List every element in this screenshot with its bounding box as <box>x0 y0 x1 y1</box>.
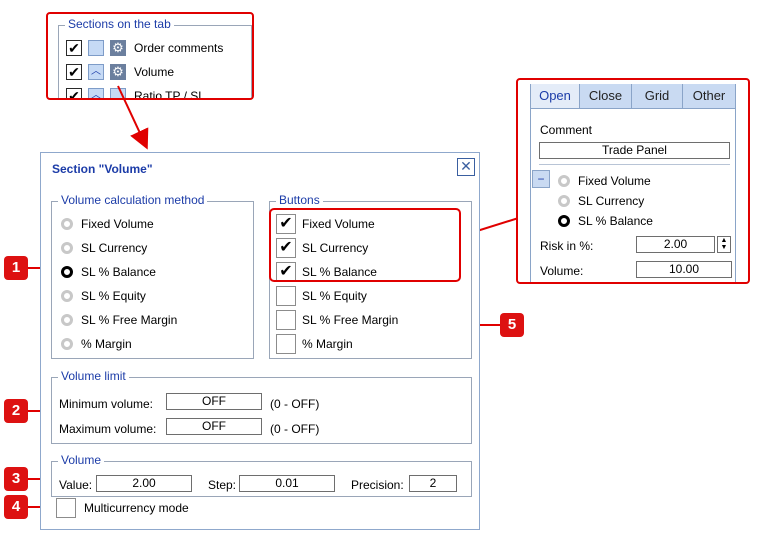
radio-button[interactable] <box>61 290 73 302</box>
radio-button[interactable] <box>61 242 73 254</box>
radio-button[interactable] <box>558 175 570 187</box>
method-option-fixed-volume[interactable]: Fixed Volume <box>61 215 154 233</box>
collapse-button[interactable]: − <box>532 170 550 188</box>
risk-input[interactable]: 2.00 <box>636 236 715 253</box>
arrow-to-dialog <box>117 85 149 150</box>
tab-grid[interactable]: Grid <box>632 84 683 108</box>
value-label: Value: <box>59 478 93 492</box>
radio-button[interactable] <box>61 338 73 350</box>
marker-3: 3 <box>4 467 28 491</box>
radio-button[interactable] <box>61 218 73 230</box>
tab-open[interactable]: Open <box>531 84 580 108</box>
option-label: SL % Free Margin <box>81 313 178 327</box>
button-toggle-margin[interactable]: % Margin <box>276 333 353 355</box>
trade-panel: Open Close Grid Other Comment Trade Pane… <box>530 84 736 282</box>
volume-input[interactable]: 10.00 <box>636 261 732 278</box>
marker-1: 1 <box>4 256 28 280</box>
buttons-title: Buttons <box>276 194 323 207</box>
checkbox[interactable] <box>276 334 296 354</box>
dialog-title: Section "Volume" <box>52 162 153 176</box>
option-label: SL % Equity <box>302 289 367 303</box>
radio-button-selected[interactable] <box>558 215 570 227</box>
buttons-highlight-frame <box>269 208 461 282</box>
divider <box>539 164 730 165</box>
volume-label: Volume: <box>540 264 584 278</box>
radio-button-selected[interactable] <box>61 266 73 278</box>
comment-input[interactable]: Trade Panel <box>539 142 730 159</box>
mode-sl-balance[interactable]: SL % Balance <box>558 212 653 230</box>
comment-label: Comment <box>540 123 593 137</box>
multicurrency-row[interactable]: Multicurrency mode <box>56 497 189 519</box>
precision-input[interactable]: 2 <box>409 475 457 492</box>
button-toggle-sl-free-margin[interactable]: SL % Free Margin <box>276 309 398 331</box>
button-toggle-sl-equity[interactable]: SL % Equity <box>276 285 367 307</box>
option-label: % Margin <box>81 337 132 351</box>
method-option-margin[interactable]: % Margin <box>61 335 132 353</box>
radio-button[interactable] <box>558 195 570 207</box>
max-volume-hint: (0 - OFF) <box>270 422 320 436</box>
risk-spinner[interactable]: ▲ ▼ <box>717 236 731 253</box>
volume-title: Volume <box>58 454 105 467</box>
min-volume-input[interactable]: OFF <box>166 393 262 410</box>
spin-down-icon[interactable]: ▼ <box>718 244 730 251</box>
method-option-sl-equity[interactable]: SL % Equity <box>61 287 146 305</box>
risk-label: Risk in %: <box>540 239 594 253</box>
tab-bar: Open Close Grid Other <box>531 84 735 109</box>
mode-sl-currency[interactable]: SL Currency <box>558 192 644 210</box>
max-volume-label: Maximum volume: <box>59 422 157 436</box>
tab-close[interactable]: Close <box>580 84 632 108</box>
option-label: SL % Free Margin <box>302 313 399 327</box>
multicurrency-checkbox[interactable] <box>56 498 76 518</box>
option-label: Fixed Volume <box>578 174 651 188</box>
checkbox[interactable] <box>276 286 296 306</box>
tab-other[interactable]: Other <box>683 84 735 108</box>
option-label: SL % Balance <box>81 265 156 279</box>
precision-label: Precision: <box>351 478 404 492</box>
method-option-sl-currency[interactable]: SL Currency <box>61 239 147 257</box>
step-input[interactable]: 0.01 <box>239 475 335 492</box>
volume-limit-title: Volume limit <box>58 370 129 383</box>
close-icon[interactable]: ✕ <box>457 158 475 176</box>
checkbox[interactable] <box>276 310 296 330</box>
option-label: SL Currency <box>578 194 645 208</box>
marker-2: 2 <box>4 399 28 423</box>
option-label: SL % Equity <box>81 289 146 303</box>
mode-fixed-volume[interactable]: Fixed Volume <box>558 172 651 190</box>
min-volume-label: Minimum volume: <box>59 397 154 411</box>
option-label: % Margin <box>302 337 353 351</box>
option-label: SL Currency <box>81 241 148 255</box>
radio-button[interactable] <box>61 314 73 326</box>
option-label: Fixed Volume <box>81 217 154 231</box>
multicurrency-label: Multicurrency mode <box>84 501 189 515</box>
spin-up-icon[interactable]: ▲ <box>718 237 730 244</box>
option-label: SL % Balance <box>578 214 653 228</box>
marker-5: 5 <box>500 313 524 337</box>
method-option-sl-free-margin[interactable]: SL % Free Margin <box>61 311 177 329</box>
step-label: Step: <box>208 478 237 492</box>
trade-panel-callout: Open Close Grid Other Comment Trade Pane… <box>516 78 750 284</box>
max-volume-input[interactable]: OFF <box>166 418 262 435</box>
min-volume-hint: (0 - OFF) <box>270 397 320 411</box>
method-option-sl-balance[interactable]: SL % Balance <box>61 263 156 281</box>
method-title: Volume calculation method <box>58 194 208 207</box>
value-input[interactable]: 2.00 <box>96 475 192 492</box>
marker-4: 4 <box>4 495 28 519</box>
